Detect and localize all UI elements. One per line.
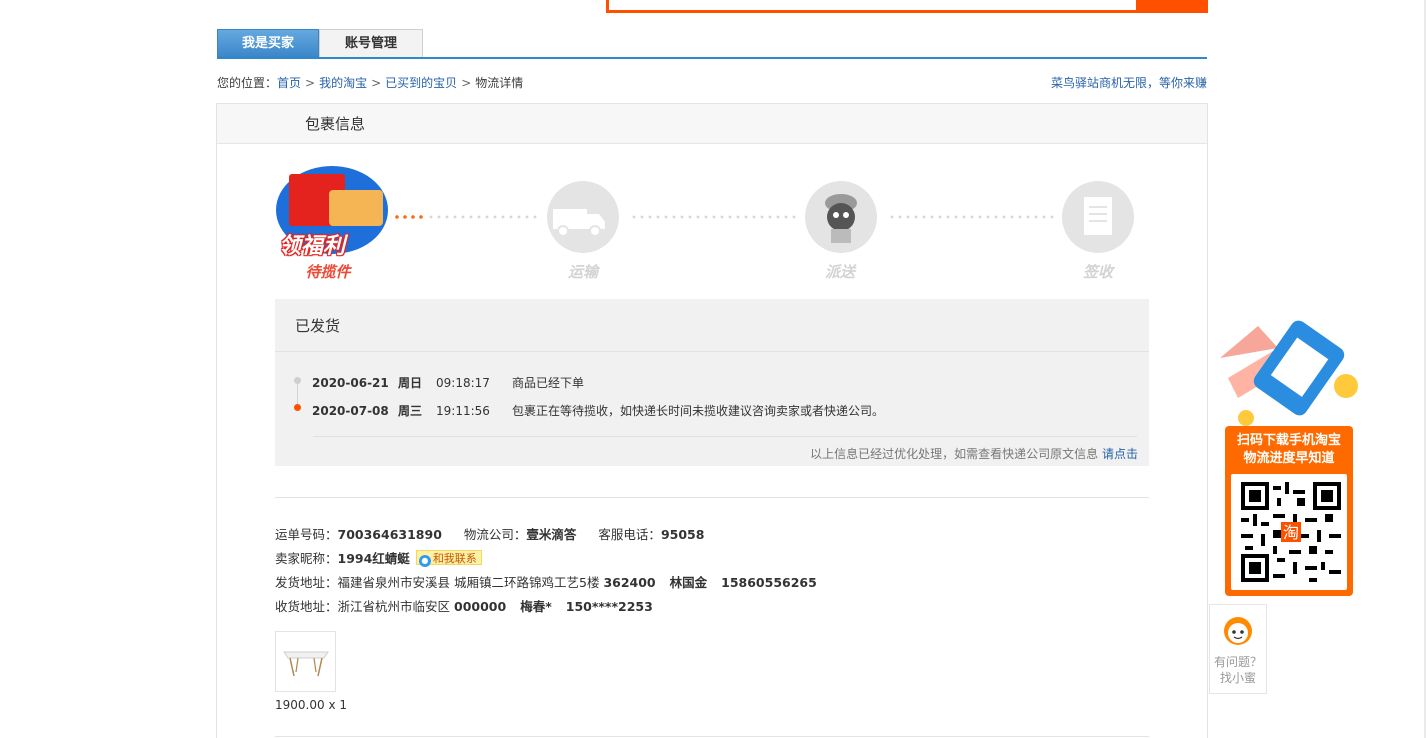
cainiao-promo-link[interactable]: 菜鸟驿站商机无限，等你来赚 [1051,74,1207,91]
step-label-pending: 待揽件 [305,263,351,281]
courier-icon [805,181,877,253]
package-title: 包裹信息 [217,104,1207,144]
parcel-box-icon [329,190,383,226]
timeline-dot-current [294,404,301,411]
help-text: 有问题？ 找小蜜 [1210,654,1266,686]
timeline-dot [294,377,301,384]
breadcrumb-taobao-link[interactable]: 我的淘宝 [319,76,367,90]
trace-time: 09:18:17 [436,376,490,390]
contact-label: 和我联系 [432,552,477,565]
waybill-label: 运单号码： [275,527,338,542]
to-zip: 000000 [454,599,507,614]
divider [275,736,1149,737]
trace-weekday: 周日 [398,376,423,390]
qr-caption-line2: 物流进度早知道 [1243,451,1335,466]
trace-date: 2020-06-21 [312,376,389,390]
breadcrumb-current: 物流详情 [475,76,524,90]
step-label-signed: 签收 [1082,263,1113,281]
from-zip: 362400 [603,575,656,590]
qr-code-icon: 淘 [1241,482,1341,582]
help-line2: 找小蜜 [1219,671,1256,685]
phone-in-hand-icon [1220,320,1358,426]
item-price-qty: 1900.00 x 1 [275,698,347,712]
divider [313,436,1137,437]
tab-account[interactable]: 账号管理 [319,29,423,57]
seller-nickname: 1994红蜻蜓 [337,551,410,566]
chat-icon: ● [418,555,431,567]
company-label: 物流公司： [463,527,527,542]
from-label: 发货地址： [275,575,338,590]
logistics-company: 壹米滴答 [526,527,577,542]
status-title: 已发货 [275,299,1149,352]
from-address: 福建省泉州市安溪县 城厢镇二环路锦鸡工艺5楼 [337,575,600,590]
trace-weekday: 周三 [398,404,423,418]
breadcrumb-separator: > [461,76,472,90]
sender-name: 林国金 [669,575,708,590]
breadcrumb-bought-link[interactable]: 已买到的宝贝 [385,76,457,90]
welfare-badge[interactable]: 领福利 [275,166,388,260]
tab-buyer[interactable]: 我是买家 [217,29,319,57]
note-text: 以上信息已经过优化处理，如需查看快递公司原文信息 [810,447,1099,461]
product-thumbnail[interactable] [275,631,336,692]
progress-dots [888,215,1054,219]
breadcrumb-separator: > [371,76,382,90]
service-phone: 95058 [660,527,705,542]
info-row-waybill: 运单号码：700364631890 物流公司：壹米滴答 客服电话：95058 [275,524,704,543]
breadcrumb-separator: > [305,76,316,90]
info-row-seller: 卖家昵称：1994红蜻蜓 ● 和我联系 [275,548,482,567]
app-download-widget[interactable]: 扫码下载手机淘宝 物流进度早知道 淘 [1216,318,1360,598]
page: 我是买家 账号管理 您的位置：首页 > 我的淘宝 > 已买到的宝贝 > 物流详情 菜鸟驿站商… [0,0,1426,738]
trace-row: 2020-06-21 周日 09:18:17 商品已经下单 [312,374,584,391]
truck-icon [547,181,619,253]
receipt-icon [1062,181,1134,253]
qr-code: 淘 [1231,474,1347,590]
trace-desc: 包裹正在等待揽收，如快递长时间未揽收建议咨询卖家或者快递公司。 [512,404,885,418]
waybill-number: 700364631890 [337,527,442,542]
breadcrumb: 您的位置：首页 > 我的淘宝 > 已买到的宝贝 > 物流详情 [217,74,523,91]
trace-row: 2020-07-08 周三 19:11:56 包裹正在等待揽收，如快递长时间未揽收建议… [312,402,884,419]
info-row-to: 收货地址：浙江省杭州市临安区 000000 梅春* 150****2253 [275,596,653,615]
to-label: 收货地址： [275,599,338,614]
qr-center-logo: 淘 [1283,523,1299,542]
receiver-name: 梅春* [520,599,552,614]
help-line1: 有问题？ [1213,655,1262,669]
sender-phone: 15860556265 [721,575,817,590]
optimization-note: 以上信息已经过优化处理，如需查看快递公司原文信息 请点击 [810,445,1138,462]
help-assistant-button[interactable]: 有问题？ 找小蜜 [1209,604,1267,694]
seller-label: 卖家昵称： [275,551,338,566]
divider [275,497,1149,498]
progress-dots [427,215,539,219]
breadcrumb-prefix: 您的位置： [217,76,278,90]
contact-seller-button[interactable]: ● 和我联系 [415,550,482,567]
trace-time: 19:11:56 [436,404,490,418]
view-original-link[interactable]: 请点击 [1102,447,1138,461]
table-product-icon [283,651,329,677]
welfare-text: 领福利 [279,234,346,259]
qr-caption-line1: 扫码下载手机淘宝 [1236,433,1341,448]
search-button-edge[interactable] [1136,0,1208,10]
qr-card: 扫码下载手机淘宝 物流进度早知道 淘 [1225,426,1353,596]
service-phone-label: 客服电话： [598,527,661,542]
progress-dots-done [393,215,427,219]
trace-date: 2020-07-08 [312,404,389,418]
breadcrumb-home-link[interactable]: 首页 [277,76,301,90]
to-address: 浙江省杭州市临安区 [337,599,451,614]
main-tabs: 我是买家 账号管理 [217,29,1207,59]
assistant-mascot-icon [1224,617,1252,645]
trace-desc: 商品已经下单 [512,376,585,390]
search-bar-edge [606,0,1208,13]
progress-dots [630,215,796,219]
step-label-delivery: 派送 [824,263,855,281]
receiver-phone: 150****2253 [565,599,653,614]
info-row-from: 发货地址：福建省泉州市安溪县 城厢镇二环路锦鸡工艺5楼 362400 林国金 158… [275,572,817,591]
logistics-status-box: 已发货 2020-06-21 周日 09:18:17 商品已经下单 2020-07-0… [275,299,1149,466]
step-label-transport: 运输 [567,263,598,281]
